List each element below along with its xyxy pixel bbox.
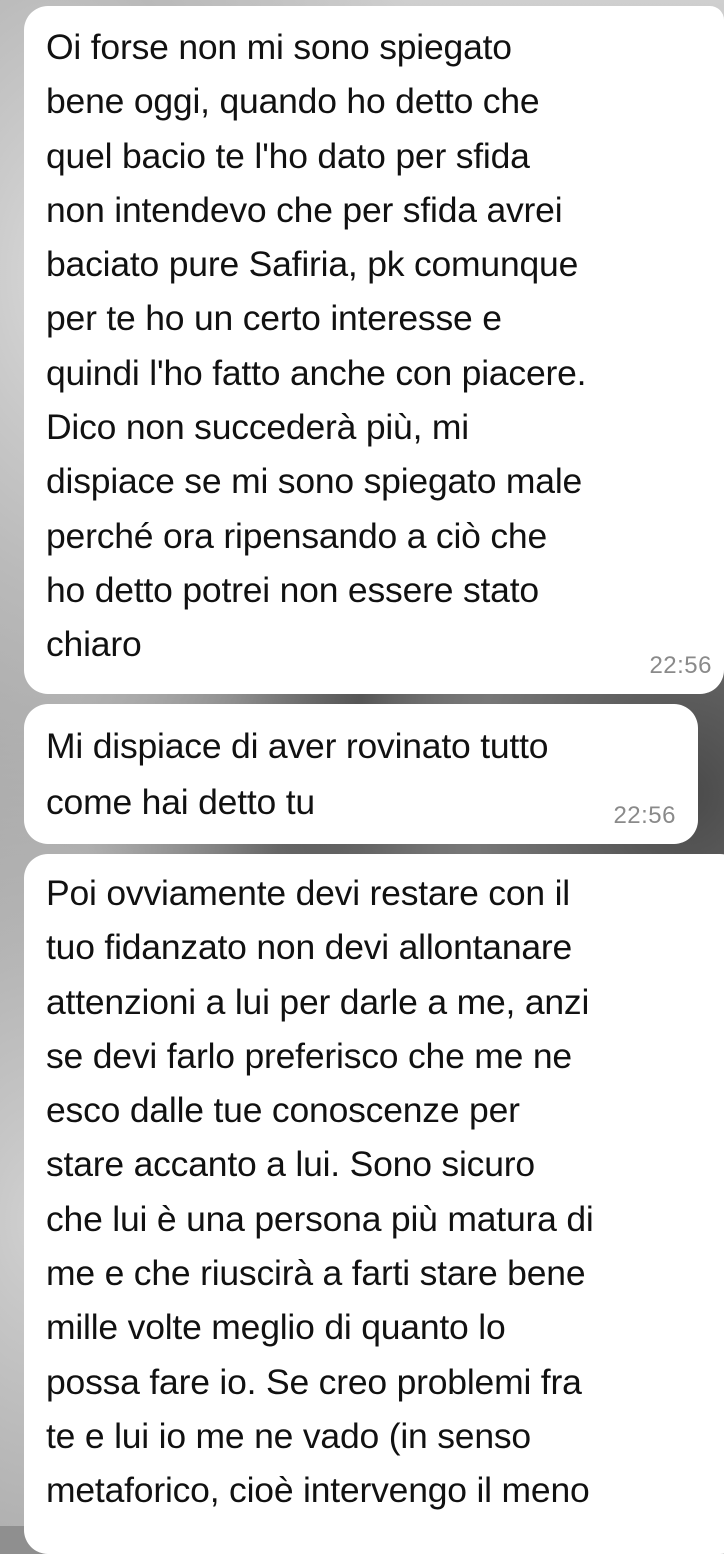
message-timestamp: 22:56: [613, 802, 676, 829]
message-text: Oi forse non mi sono spiegato bene oggi,…: [46, 27, 587, 665]
message-timestamp: 22:56: [649, 652, 712, 679]
message-bubble[interactable]: Mi dispiace di aver rovinato tutto come …: [24, 704, 698, 844]
message-text: Poi ovviamente devi restare con il tuo f…: [46, 873, 594, 1511]
message-bubble[interactable]: Poi ovviamente devi restare con il tuo f…: [24, 854, 724, 1554]
message-bubble[interactable]: Oi forse non mi sono spiegato bene oggi,…: [24, 6, 724, 694]
message-text: Mi dispiace di aver rovinato tutto come …: [46, 726, 549, 822]
